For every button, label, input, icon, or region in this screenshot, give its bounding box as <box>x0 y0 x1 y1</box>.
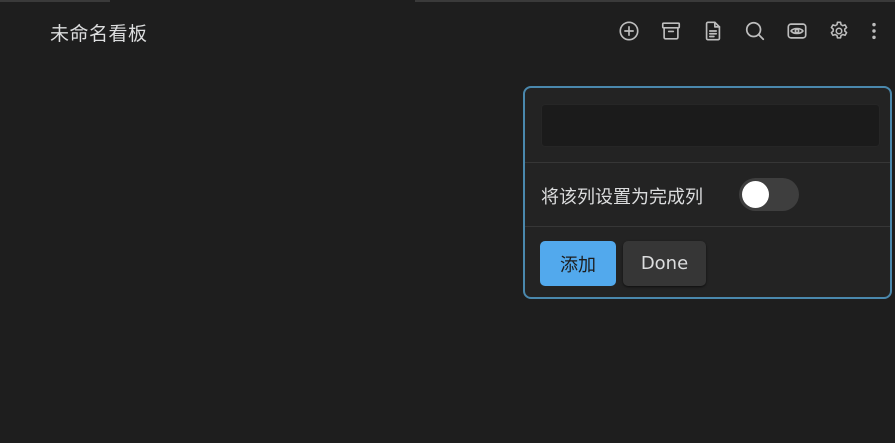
archive-button[interactable] <box>654 14 688 48</box>
gear-icon <box>830 21 848 39</box>
window-top-border-right <box>415 0 895 2</box>
done-button[interactable]: Done <box>623 241 706 286</box>
popover-divider <box>525 226 890 227</box>
document-icon <box>705 21 721 41</box>
toggle-knob <box>742 181 769 208</box>
board-settings-button[interactable] <box>822 14 856 48</box>
view-toggle-button[interactable] <box>780 14 814 48</box>
eye-icon <box>787 23 807 39</box>
board-title[interactable]: 未命名看板 <box>50 19 148 46</box>
add-icon <box>619 21 639 41</box>
search-icon <box>745 21 765 41</box>
more-icon <box>872 22 876 40</box>
window-top-border-gap <box>110 0 415 2</box>
open-as-markdown-button[interactable] <box>696 14 730 48</box>
search-button[interactable] <box>738 14 772 48</box>
board-toolbar <box>612 14 884 48</box>
column-name-input[interactable] <box>541 104 880 147</box>
more-options-button[interactable] <box>864 14 884 48</box>
complete-column-label: 将该列设置为完成列 <box>541 187 703 208</box>
archive-icon <box>661 22 681 40</box>
add-column-button[interactable] <box>612 14 646 48</box>
new-column-popover: 将该列设置为完成列 添加 Done <box>523 86 892 299</box>
window-top-border-left <box>0 0 110 2</box>
add-column-confirm-button[interactable]: 添加 <box>540 241 616 286</box>
complete-column-toggle[interactable] <box>739 178 799 211</box>
popover-divider <box>525 162 890 163</box>
